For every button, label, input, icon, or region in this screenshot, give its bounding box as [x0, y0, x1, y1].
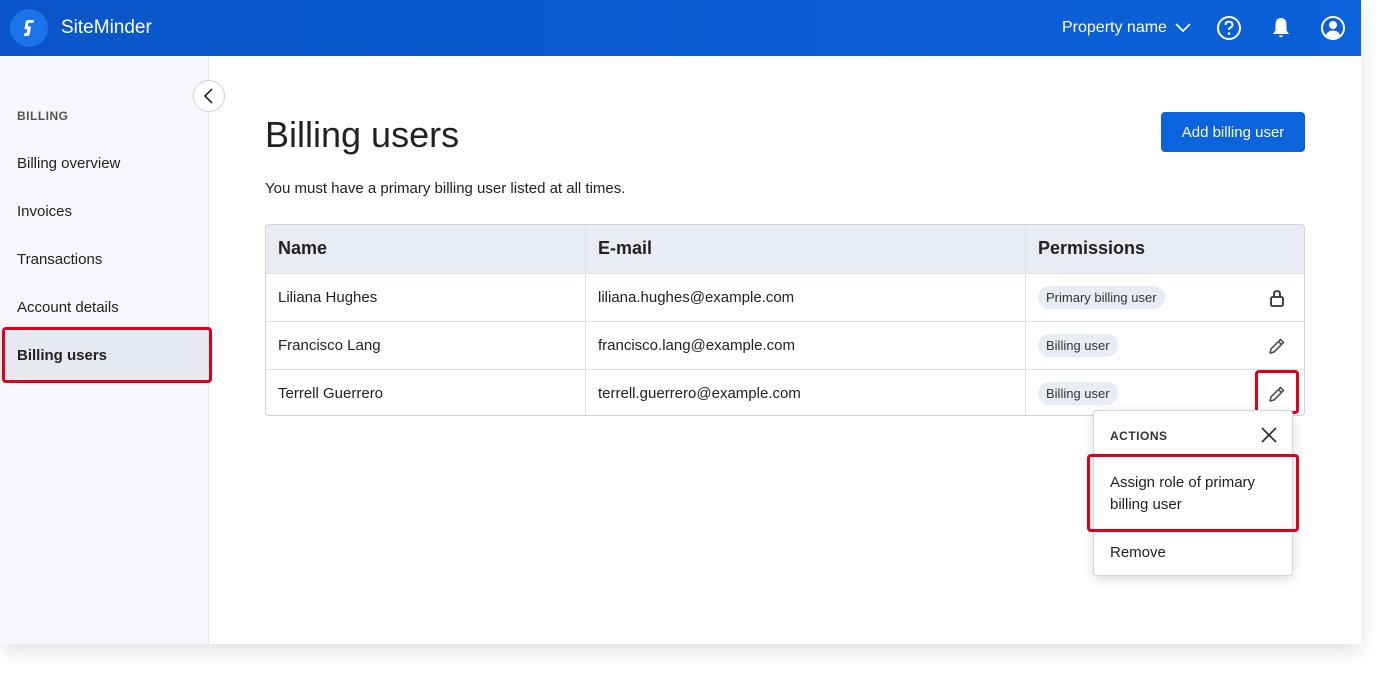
- actions-menu: ACTIONS Assign role of primary billing u…: [1093, 410, 1293, 576]
- user-email: francisco.lang@example.com: [586, 322, 1026, 369]
- user-name: Francisco Lang: [266, 322, 586, 369]
- column-header-email[interactable]: E-mail: [586, 225, 1026, 272]
- permission-cell: Primary billing user: [1026, 274, 1304, 321]
- permission-badge: Billing user: [1038, 382, 1118, 405]
- user-name: Liliana Hughes: [266, 274, 586, 321]
- sidebar-item-label: Account details: [17, 298, 119, 316]
- brand-name: SiteMinder: [61, 17, 152, 38]
- remove-item[interactable]: Remove: [1110, 542, 1166, 564]
- sidebar-item-billing-users[interactable]: Billing users: [0, 331, 209, 379]
- top-bar: SiteMinder Property name: [0, 0, 1361, 56]
- table-row: Francisco Lang francisco.lang@example.co…: [266, 321, 1304, 369]
- assign-primary-role-item[interactable]: Assign role of primary billing user: [1110, 472, 1280, 516]
- billing-users-table: Name E-mail Permissions Liliana Hughes l…: [265, 224, 1305, 416]
- table-row: Terrell Guerrero terrell.guerrero@exampl…: [266, 369, 1304, 415]
- column-header-permissions[interactable]: Permissions: [1026, 225, 1304, 272]
- sidebar-item-label: Billing overview: [17, 154, 121, 172]
- pencil-icon[interactable]: [1267, 336, 1287, 356]
- siteminder-logo-icon[interactable]: [10, 9, 48, 47]
- bell-icon[interactable]: [1268, 15, 1294, 41]
- table-header-row: Name E-mail Permissions: [266, 225, 1304, 273]
- user-icon[interactable]: [1320, 15, 1346, 41]
- page-subtitle: You must have a primary billing user lis…: [265, 180, 626, 197]
- user-email: liliana.hughes@example.com: [586, 274, 1026, 321]
- sidebar-item-billing-overview[interactable]: Billing overview: [0, 139, 209, 187]
- permission-cell: Billing user: [1026, 322, 1304, 369]
- sidebar-heading: BILLING: [17, 109, 69, 123]
- page-title: Billing users: [265, 114, 460, 155]
- sidebar-item-label: Invoices: [17, 202, 73, 220]
- sidebar: BILLING Billing overview Invoices Transa…: [0, 56, 209, 644]
- property-selector-label: Property name: [1062, 19, 1167, 36]
- permission-badge: Primary billing user: [1038, 286, 1165, 309]
- user-email: terrell.guerrero@example.com: [586, 370, 1026, 415]
- collapse-sidebar-button[interactable]: [193, 80, 225, 112]
- help-icon[interactable]: [1216, 15, 1242, 41]
- chevron-down-icon: [1175, 23, 1191, 33]
- close-icon[interactable]: [1260, 426, 1278, 444]
- actions-menu-heading: ACTIONS: [1110, 429, 1168, 443]
- user-name: Terrell Guerrero: [266, 370, 586, 415]
- chevron-left-icon: [203, 88, 213, 104]
- pencil-icon[interactable]: [1267, 384, 1287, 404]
- lock-icon: [1270, 290, 1284, 307]
- sidebar-item-label: Billing users: [17, 346, 108, 364]
- permission-badge: Billing user: [1038, 334, 1118, 357]
- table-row: Liliana Hughes liliana.hughes@example.co…: [266, 273, 1304, 321]
- column-header-name[interactable]: Name: [266, 225, 586, 272]
- add-billing-user-button[interactable]: Add billing user: [1161, 112, 1305, 152]
- app-frame: SiteMinder Property name BILLING Billing…: [0, 0, 1361, 644]
- sidebar-item-invoices[interactable]: Invoices: [0, 187, 209, 235]
- property-selector[interactable]: Property name: [1062, 19, 1191, 37]
- sidebar-item-label: Transactions: [17, 250, 103, 268]
- sidebar-item-account-details[interactable]: Account details: [0, 283, 209, 331]
- sidebar-item-transactions[interactable]: Transactions: [0, 235, 209, 283]
